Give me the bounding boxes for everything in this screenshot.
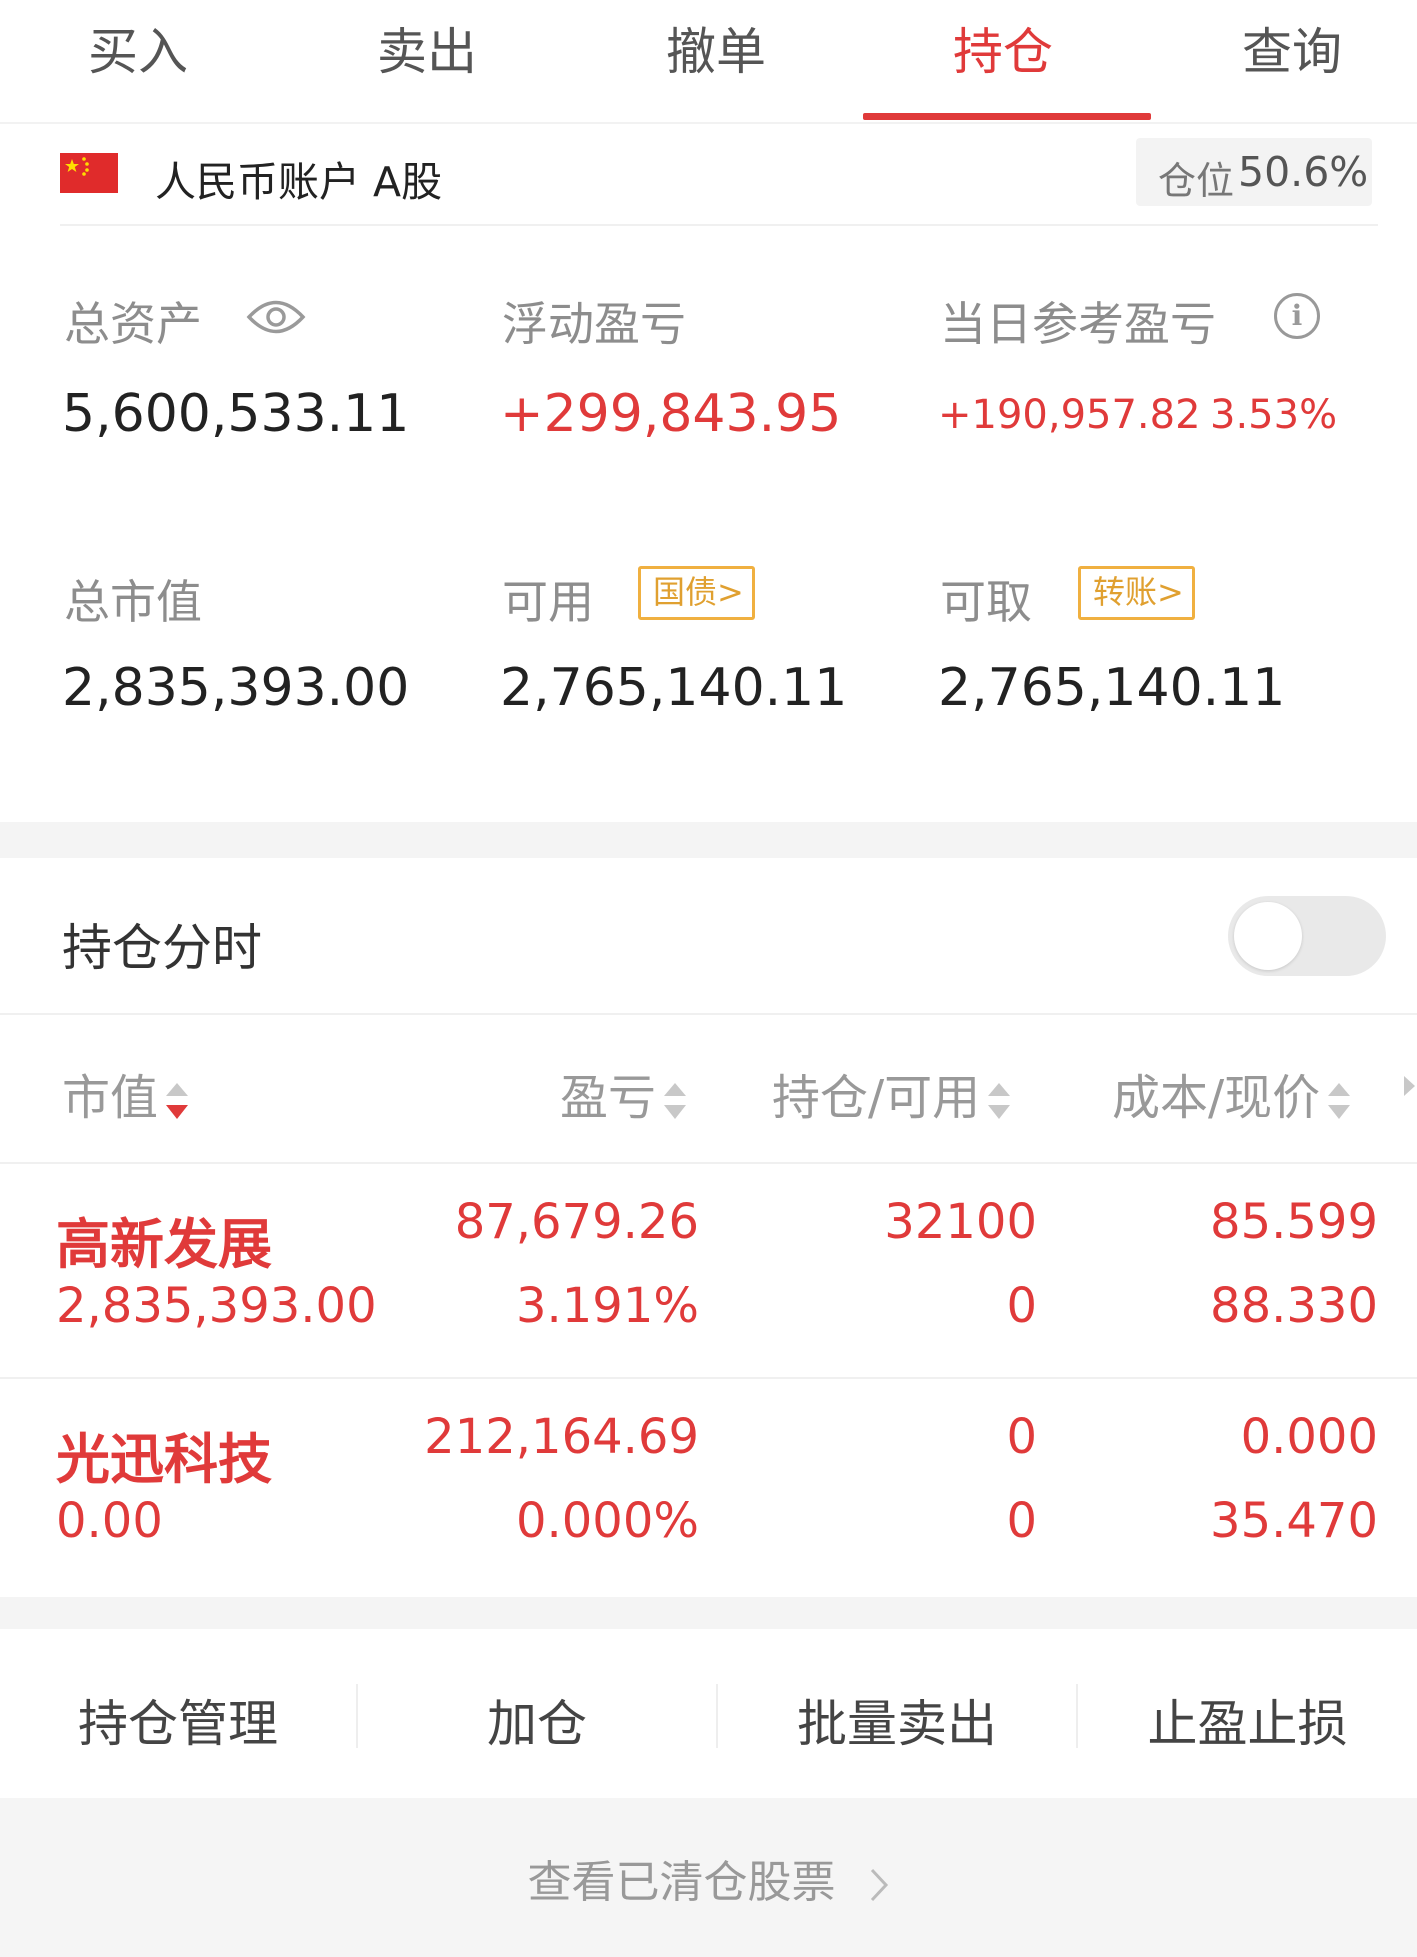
stock-price: 35.470 (1210, 1493, 1378, 1549)
section-separator (0, 822, 1417, 858)
sort-icon (988, 1083, 1011, 1119)
stock-name: 光迅科技 (56, 1428, 272, 1491)
header-market-value[interactable]: 市值 (62, 1058, 190, 1128)
market-value: 2,835,393.00 (62, 658, 410, 718)
daily-pnl-value: +190,957.82 (938, 392, 1201, 438)
view-cleared-stocks-label: 查看已清仓股票 (527, 1857, 836, 1908)
timeshare-label: 持仓分时 (62, 919, 262, 977)
stock-market-value: 2,835,393.00 (56, 1278, 377, 1334)
tab-query[interactable]: 查询 (1242, 12, 1342, 84)
header-market-value-label: 市值 (62, 1070, 159, 1126)
tab-sell[interactable]: 卖出 (377, 12, 477, 84)
timeshare-toggle[interactable] (1228, 896, 1386, 976)
info-icon[interactable]: i (1274, 293, 1320, 339)
withdrawable-value: 2,765,140.11 (938, 658, 1286, 718)
stock-cost: 0.000 (1240, 1409, 1378, 1465)
tab-bar: 买入 卖出 撤单 持仓 查询 (0, 0, 1417, 124)
tab-positions[interactable]: 持仓 (953, 12, 1053, 84)
stock-pnl-percent: 3.191% (515, 1278, 699, 1334)
floating-pnl-label: 浮动盈亏 (502, 297, 686, 351)
position-value: 50.6% (1238, 148, 1369, 196)
position-badge: 仓位 50.6% (1136, 138, 1372, 206)
stock-pnl: 87,679.26 (454, 1194, 699, 1250)
floating-pnl-value: +299,843.95 (500, 384, 842, 444)
tab-buy[interactable]: 买入 (88, 12, 188, 84)
sort-icon (166, 1083, 189, 1119)
header-cost-price-label: 成本/现价 (1112, 1070, 1321, 1126)
stock-position: 0 (1006, 1409, 1037, 1465)
stock-available: 0 (1006, 1493, 1037, 1549)
daily-pnl-label: 当日参考盈亏 (940, 297, 1216, 351)
stock-price: 88.330 (1210, 1278, 1378, 1334)
toggle-knob (1234, 902, 1302, 970)
stop-profit-loss-button[interactable]: 止盈止损 (1078, 1684, 1417, 1756)
view-cleared-stocks-link[interactable]: 查看已清仓股票 (0, 1846, 1417, 1910)
stock-position: 32100 (884, 1194, 1037, 1250)
stock-name: 高新发展 (56, 1213, 272, 1276)
sort-icon (1328, 1083, 1351, 1119)
flag-icon (60, 153, 118, 193)
chevron-right-icon (870, 1868, 888, 1902)
stock-available: 0 (1006, 1278, 1037, 1334)
table-row[interactable]: 高新发展 2,835,393.00 87,679.26 3.191% 32100… (0, 1164, 1417, 1376)
stock-cost: 85.599 (1210, 1194, 1378, 1250)
treasury-tag-button[interactable]: 国债> (638, 566, 755, 620)
header-pnl-label: 盈亏 (560, 1070, 657, 1126)
active-tab-indicator (863, 113, 1151, 120)
transfer-tag-button[interactable]: 转账> (1078, 566, 1195, 620)
section-separator (0, 1597, 1417, 1629)
tab-cancel[interactable]: 撤单 (666, 12, 766, 84)
total-assets-value: 5,600,533.11 (62, 384, 410, 444)
divider (0, 1013, 1417, 1015)
add-position-button[interactable]: 加仓 (358, 1684, 716, 1756)
stock-pnl-percent: 0.000% (515, 1493, 699, 1549)
scroll-right-icon[interactable] (1402, 1074, 1416, 1098)
available-label: 可用 (502, 575, 594, 629)
daily-pnl-percent: 3.53% (1210, 392, 1338, 438)
footer: 查看已清仓股票 (0, 1798, 1417, 1957)
stock-market-value: 0.00 (56, 1493, 163, 1549)
available-value: 2,765,140.11 (500, 658, 848, 718)
eye-icon[interactable] (246, 294, 306, 344)
divider (60, 224, 1378, 226)
total-assets-label: 总资产 (64, 297, 202, 351)
sort-icon (664, 1083, 687, 1119)
market-value-label: 总市值 (64, 575, 202, 629)
header-position-label: 持仓/可用 (772, 1070, 981, 1126)
withdrawable-label: 可取 (940, 575, 1032, 629)
position-label: 仓位 (1158, 159, 1235, 203)
table-row[interactable]: 光迅科技 0.00 212,164.69 0.000% 0 0 0.000 35… (0, 1379, 1417, 1591)
header-pnl[interactable]: 盈亏 (560, 1058, 688, 1128)
stock-pnl: 212,164.69 (424, 1409, 699, 1465)
header-cost-price[interactable]: 成本/现价 (1112, 1058, 1352, 1128)
manage-positions-button[interactable]: 持仓管理 (0, 1684, 356, 1756)
batch-sell-button[interactable]: 批量卖出 (718, 1684, 1076, 1756)
header-position[interactable]: 持仓/可用 (772, 1058, 1012, 1128)
account-label: 人民币账户 A股 (155, 158, 443, 206)
